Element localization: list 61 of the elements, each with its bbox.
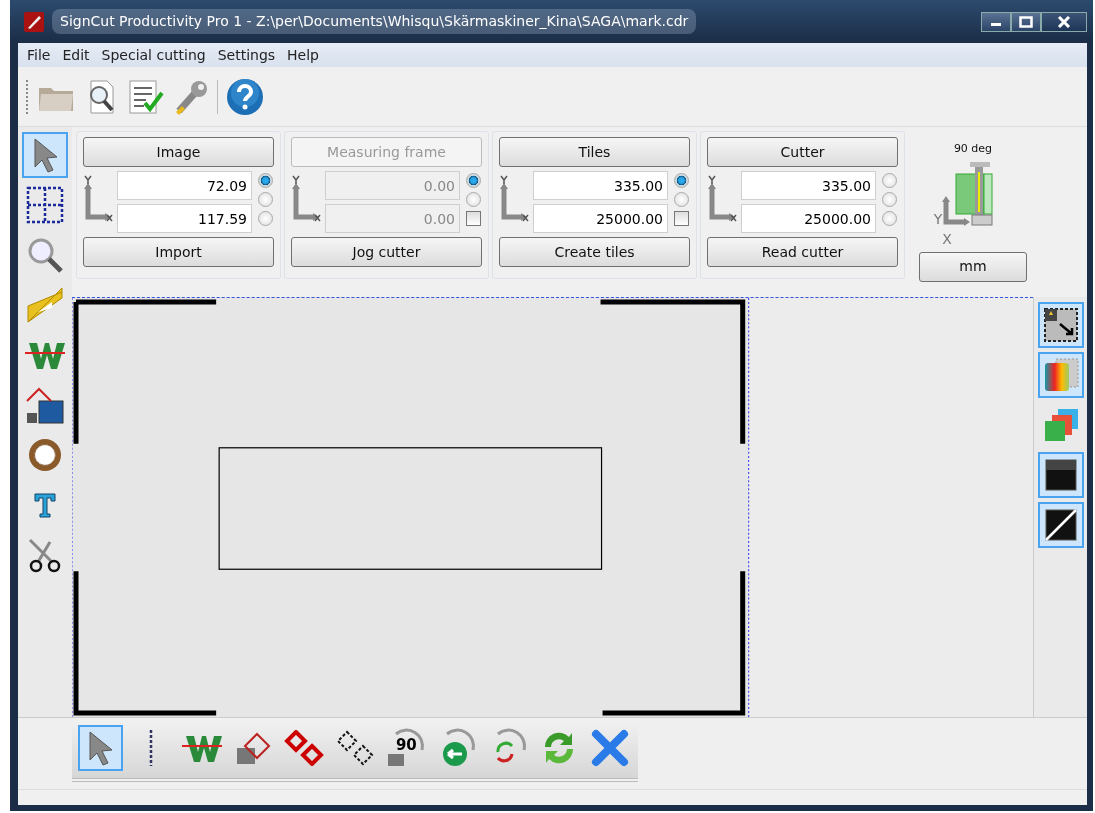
radio-button[interactable] — [673, 173, 689, 188]
rotate-arrow-icon — [385, 728, 426, 768]
pointer-tool[interactable] — [22, 132, 68, 178]
diagonal-line-tool[interactable] — [1037, 502, 1084, 548]
radio-button[interactable] — [881, 192, 897, 207]
window-title: SignCut Productivity Pro 1 - Z:\per\Documents\Whisqu\Skärmaskiner_Kina\SAGA\mark.cdr — [52, 9, 697, 34]
help-icon[interactable] — [226, 77, 264, 116]
menu-item[interactable]: Settings — [212, 44, 281, 66]
angle-label: 90 deg — [953, 141, 993, 157]
radio-button[interactable] — [673, 192, 689, 207]
panel-action-button[interactable]: Import — [83, 237, 274, 267]
minimize-icon — [991, 23, 1001, 26]
menu-item[interactable]: Special cutting — [96, 44, 211, 66]
panel-title-button[interactable]: Cutter — [707, 137, 898, 167]
radio-button[interactable] — [881, 173, 897, 188]
zoom-icon — [26, 236, 64, 274]
radio-button[interactable] — [257, 173, 273, 188]
close-icon — [1057, 15, 1071, 28]
filled-square-icon — [1042, 457, 1079, 493]
panel-action-button[interactable]: Read cutter — [707, 237, 898, 267]
diamonds-icon — [284, 730, 325, 766]
menu-item[interactable]: Edit — [57, 44, 95, 66]
radio-button[interactable] — [257, 211, 273, 226]
filled-square-tool[interactable] — [1037, 452, 1084, 498]
app-icon — [24, 11, 44, 32]
shape-icon — [25, 385, 65, 425]
checkbox[interactable] — [673, 211, 689, 226]
axis-label: Y — [933, 209, 943, 229]
select-box-tool[interactable] — [1037, 302, 1084, 348]
diamond-square-icon — [235, 730, 272, 766]
radio-button[interactable] — [257, 192, 273, 207]
panel-action-button[interactable]: Create tiles — [499, 237, 690, 267]
dashed-line-icon — [148, 730, 155, 766]
maximize-button[interactable] — [1011, 11, 1041, 32]
x-value-field[interactable]: 25000.00 — [533, 204, 668, 233]
select-box-icon — [1041, 306, 1080, 344]
triangle-ruler-icon — [26, 286, 64, 324]
close-button[interactable] — [1041, 11, 1087, 32]
diagonal-line-icon — [1042, 507, 1079, 543]
minimize-button[interactable] — [981, 11, 1011, 32]
checklist-icon[interactable] — [127, 78, 165, 115]
menu-item[interactable]: File — [22, 44, 56, 66]
rotate-90-button[interactable]: 90 — [383, 725, 429, 771]
x-value-field[interactable]: 117.59 — [117, 204, 252, 233]
grid-icon — [26, 186, 64, 224]
delete-icon — [590, 729, 629, 767]
dashed-diamonds-icon — [335, 730, 375, 766]
axis-label: X — [942, 231, 952, 246]
gradient-tool[interactable] — [1037, 352, 1084, 398]
panel-title-button[interactable]: Tiles — [499, 137, 690, 167]
y-value-field[interactable]: 72.09 — [117, 171, 252, 200]
ring-icon — [26, 436, 64, 474]
x-value-field[interactable]: 25000.00 — [741, 204, 876, 233]
radio-button[interactable] — [881, 211, 897, 226]
unit-button[interactable]: mm — [919, 251, 1027, 282]
pointer-tool[interactable] — [78, 725, 123, 771]
y-value-field[interactable]: 335.00 — [533, 171, 668, 200]
panel-title-button[interactable]: Image — [83, 137, 274, 167]
menu-item[interactable]: Help — [282, 44, 324, 66]
y-value-field[interactable]: 335.00 — [741, 171, 876, 200]
maximize-icon — [1019, 15, 1033, 28]
